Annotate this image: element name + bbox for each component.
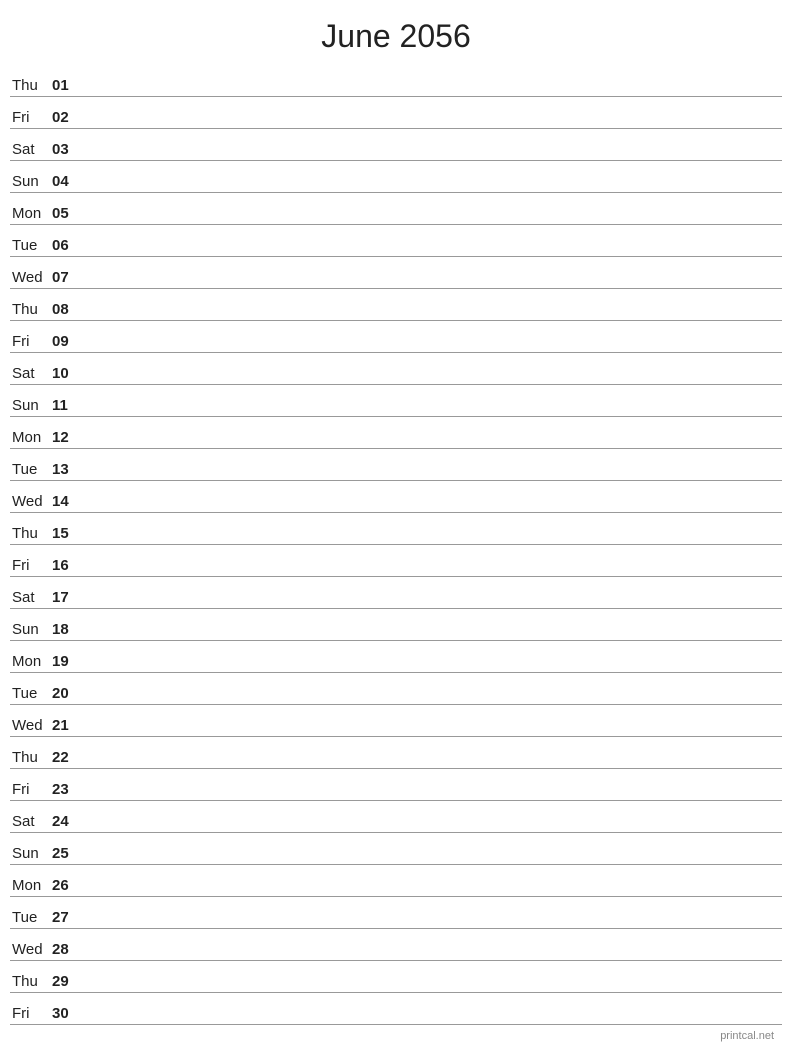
footer-credit: printcal.net (720, 1030, 774, 1042)
table-row: Sat17 (10, 577, 782, 609)
day-name: Sat (10, 365, 52, 382)
day-number: 09 (52, 333, 80, 350)
table-row: Sat10 (10, 353, 782, 385)
day-number: 04 (52, 173, 80, 190)
day-number: 14 (52, 493, 80, 510)
day-number: 01 (52, 77, 80, 94)
table-row: Tue06 (10, 225, 782, 257)
day-number: 21 (52, 717, 80, 734)
day-number: 12 (52, 429, 80, 446)
table-row: Wed07 (10, 257, 782, 289)
table-row: Fri09 (10, 321, 782, 353)
day-name: Mon (10, 653, 52, 670)
table-row: Tue20 (10, 673, 782, 705)
day-name: Mon (10, 205, 52, 222)
calendar-list: Thu01Fri02Sat03Sun04Mon05Tue06Wed07Thu08… (0, 65, 792, 1025)
day-name: Fri (10, 781, 52, 798)
day-name: Sun (10, 173, 52, 190)
table-row: Tue27 (10, 897, 782, 929)
day-name: Thu (10, 77, 52, 94)
day-number: 25 (52, 845, 80, 862)
table-row: Sun11 (10, 385, 782, 417)
table-row: Thu08 (10, 289, 782, 321)
day-number: 11 (52, 397, 80, 414)
day-name: Sun (10, 621, 52, 638)
table-row: Wed21 (10, 705, 782, 737)
day-name: Thu (10, 525, 52, 542)
table-row: Fri16 (10, 545, 782, 577)
day-name: Wed (10, 717, 52, 734)
day-number: 26 (52, 877, 80, 894)
table-row: Thu15 (10, 513, 782, 545)
day-name: Sat (10, 813, 52, 830)
table-row: Thu01 (10, 65, 782, 97)
day-name: Fri (10, 109, 52, 126)
day-number: 20 (52, 685, 80, 702)
day-number: 16 (52, 557, 80, 574)
day-number: 23 (52, 781, 80, 798)
table-row: Thu29 (10, 961, 782, 993)
day-number: 30 (52, 1005, 80, 1022)
page-title: June 2056 (0, 0, 792, 65)
day-name: Tue (10, 461, 52, 478)
table-row: Mon19 (10, 641, 782, 673)
day-number: 07 (52, 269, 80, 286)
day-number: 19 (52, 653, 80, 670)
day-number: 10 (52, 365, 80, 382)
day-number: 29 (52, 973, 80, 990)
day-name: Thu (10, 301, 52, 318)
table-row: Fri02 (10, 97, 782, 129)
table-row: Mon12 (10, 417, 782, 449)
day-number: 18 (52, 621, 80, 638)
table-row: Sat03 (10, 129, 782, 161)
day-name: Thu (10, 973, 52, 990)
table-row: Tue13 (10, 449, 782, 481)
day-name: Sat (10, 589, 52, 606)
day-name: Thu (10, 749, 52, 766)
table-row: Sun18 (10, 609, 782, 641)
day-name: Mon (10, 429, 52, 446)
day-number: 15 (52, 525, 80, 542)
table-row: Fri23 (10, 769, 782, 801)
day-name: Wed (10, 493, 52, 510)
day-number: 08 (52, 301, 80, 318)
day-number: 06 (52, 237, 80, 254)
day-name: Fri (10, 1005, 52, 1022)
table-row: Mon05 (10, 193, 782, 225)
day-number: 27 (52, 909, 80, 926)
day-name: Sun (10, 397, 52, 414)
day-name: Tue (10, 237, 52, 254)
day-number: 02 (52, 109, 80, 126)
day-name: Wed (10, 941, 52, 958)
day-number: 03 (52, 141, 80, 158)
day-number: 24 (52, 813, 80, 830)
table-row: Wed28 (10, 929, 782, 961)
table-row: Fri30 (10, 993, 782, 1025)
table-row: Wed14 (10, 481, 782, 513)
table-row: Sun04 (10, 161, 782, 193)
day-number: 17 (52, 589, 80, 606)
day-number: 13 (52, 461, 80, 478)
day-name: Wed (10, 269, 52, 286)
day-name: Tue (10, 685, 52, 702)
table-row: Sun25 (10, 833, 782, 865)
table-row: Thu22 (10, 737, 782, 769)
day-name: Sat (10, 141, 52, 158)
day-name: Mon (10, 877, 52, 894)
day-name: Fri (10, 557, 52, 574)
day-number: 05 (52, 205, 80, 222)
table-row: Sat24 (10, 801, 782, 833)
day-name: Sun (10, 845, 52, 862)
table-row: Mon26 (10, 865, 782, 897)
day-number: 28 (52, 941, 80, 958)
day-number: 22 (52, 749, 80, 766)
day-name: Fri (10, 333, 52, 350)
day-name: Tue (10, 909, 52, 926)
